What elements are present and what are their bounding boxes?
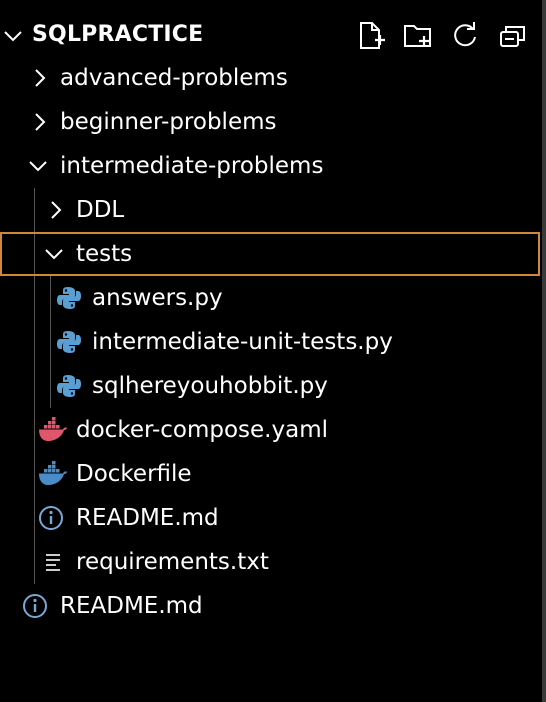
new-file-icon[interactable] [355,20,387,52]
docker-icon [38,461,68,487]
tree-item-label: README.md [60,593,203,619]
tree-item-readme-md-root[interactable]: README.md [0,584,540,628]
tree-item-answers-py[interactable]: answers.py [0,276,540,320]
tree-item-label: answers.py [92,285,223,311]
chevron-down-icon[interactable] [3,26,23,46]
tree-item-advanced-problems[interactable]: advanced-problems [0,56,540,100]
workspace-title: SQLPRACTICE [32,22,204,47]
info-icon [38,505,66,531]
file-explorer: SQLPRACTICE advanced-problems beginner-p… [0,0,546,702]
chevron-right-icon [30,68,50,88]
tree-item-docker-compose-yaml[interactable]: docker-compose.yaml [0,408,540,452]
tree-item-label: requirements.txt [76,549,269,575]
tree-item-label: sqlhereyouhobbit.py [92,373,328,399]
tree-item-intermediate-problems[interactable]: intermediate-problems [0,144,540,188]
tree-item-label: intermediate-unit-tests.py [92,329,393,355]
explorer-header[interactable]: SQLPRACTICE [0,14,540,58]
tree-item-label: Dockerfile [76,461,192,487]
new-folder-icon[interactable] [402,20,434,52]
python-icon [56,329,84,355]
python-icon [56,373,84,399]
tree-item-dockerfile[interactable]: Dockerfile [0,452,540,496]
tree-item-requirements-txt[interactable]: requirements.txt [0,540,540,584]
chevron-right-icon [46,200,66,220]
panel-border [542,0,546,702]
tree-item-label: advanced-problems [60,65,288,91]
info-icon [22,593,50,619]
chevron-right-icon [30,112,50,132]
tree-item-intermediate-unit-tests-py[interactable]: intermediate-unit-tests.py [0,320,540,364]
refresh-icon[interactable] [449,20,481,52]
tree-item-label: README.md [76,505,219,531]
chevron-down-icon [44,244,64,264]
tree-item-label: DDL [76,197,125,223]
tree-item-readme-md[interactable]: README.md [0,496,540,540]
docker-icon [38,417,68,443]
tree-item-label: docker-compose.yaml [76,417,328,443]
lines-icon [44,549,64,575]
tree-item-label: intermediate-problems [60,153,324,179]
chevron-down-icon [28,156,48,176]
tree-item-sqlhereyouhobbit-py[interactable]: sqlhereyouhobbit.py [0,364,540,408]
tree-item-label: tests [76,241,133,267]
python-icon [56,285,84,311]
tree-item-label: beginner-problems [60,109,277,135]
tree-item-ddl[interactable]: DDL [0,188,540,232]
tree-item-tests[interactable]: tests [0,232,540,276]
tree-item-beginner-problems[interactable]: beginner-problems [0,100,540,144]
collapse-all-icon[interactable] [497,20,529,52]
